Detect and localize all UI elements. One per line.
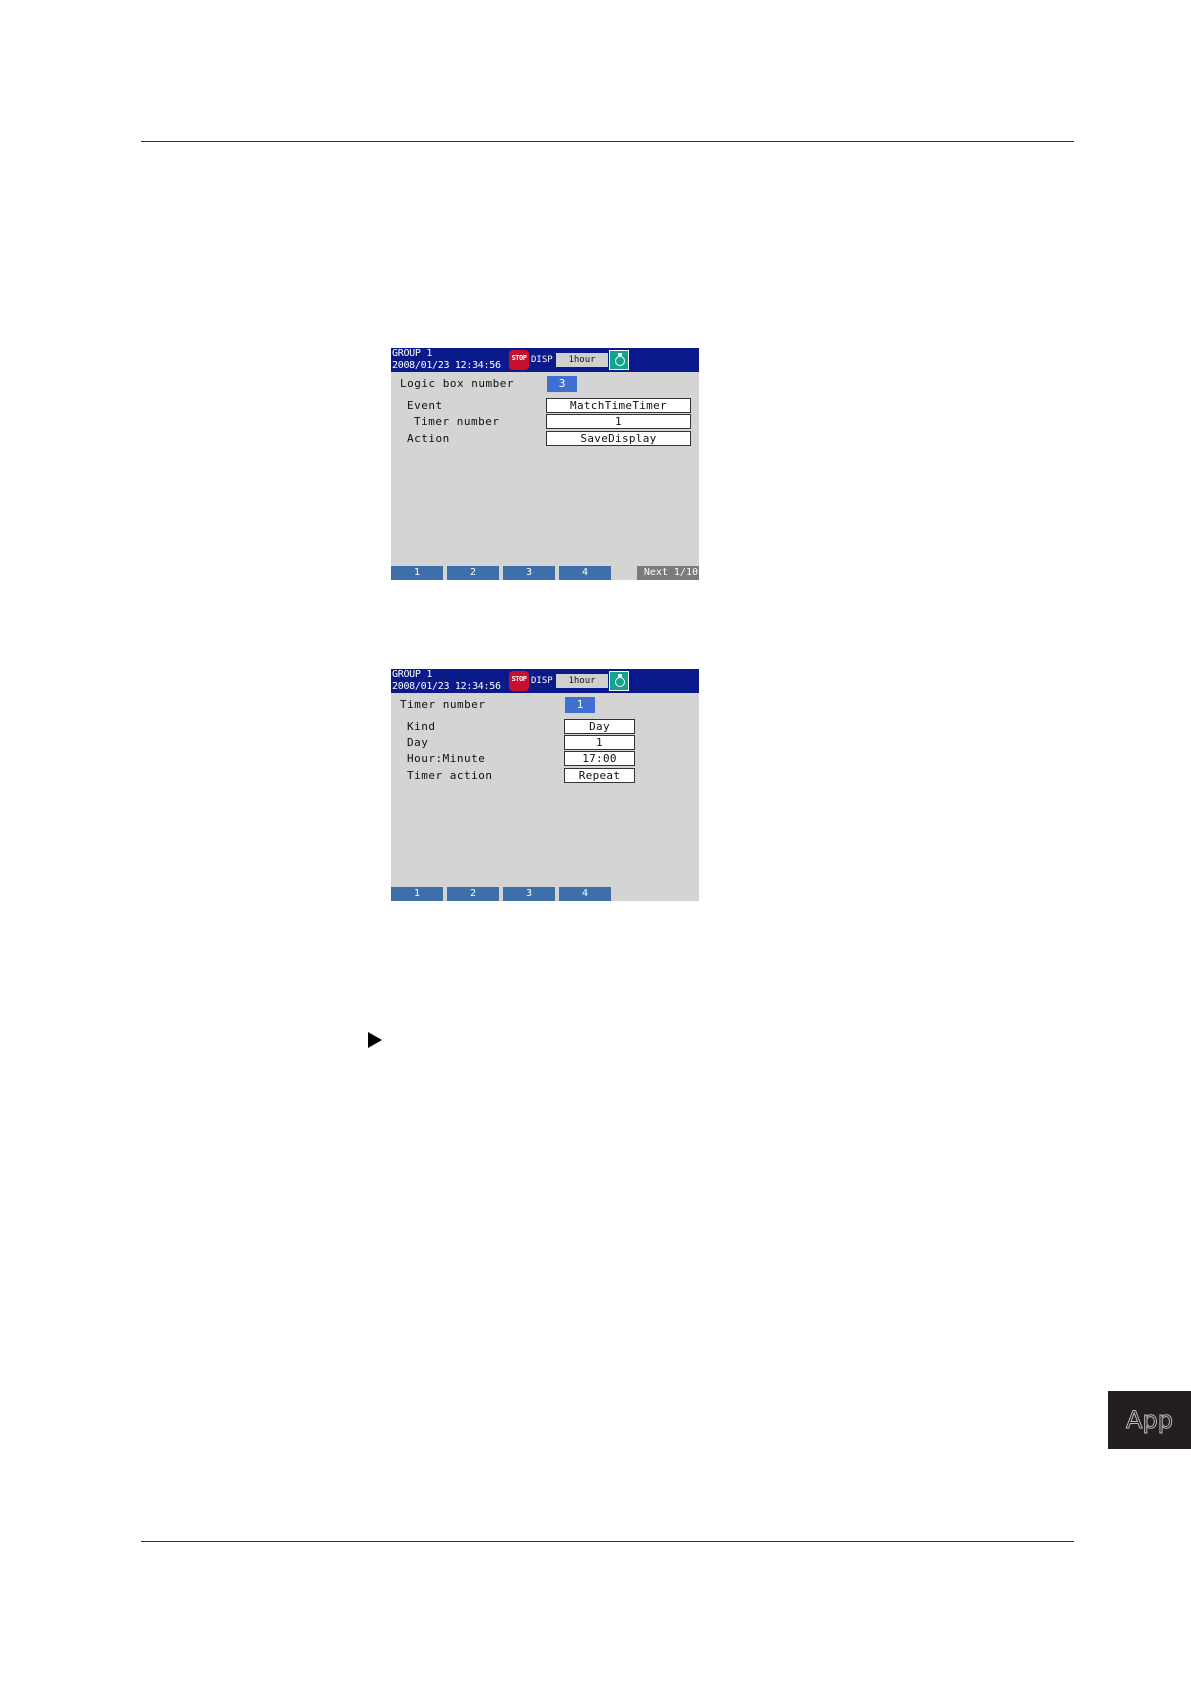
- kind-label: Kind: [407, 720, 436, 733]
- softkey-2[interactable]: 2: [447, 566, 501, 580]
- time-div-badge: 1hour: [556, 353, 608, 367]
- screen-logic-box-settings: GROUP 1 2008/01/23 12:34:56 STOP DISP 1h…: [391, 348, 699, 580]
- status-bar: GROUP 1 2008/01/23 12:34:56 STOP DISP 1h…: [391, 348, 699, 372]
- day-field[interactable]: 1: [564, 735, 635, 750]
- action-field[interactable]: SaveDisplay: [546, 431, 691, 446]
- hour-minute-field[interactable]: 17:00: [564, 751, 635, 766]
- time-div-badge: 1hour: [556, 674, 608, 688]
- camera-icon[interactable]: [609, 350, 629, 370]
- footer-rule: [141, 1541, 1074, 1542]
- timer-number-label: Timer number: [400, 698, 486, 711]
- camera-icon[interactable]: [609, 671, 629, 691]
- softkey-4[interactable]: 4: [559, 566, 613, 580]
- timer-number-field[interactable]: 1: [565, 697, 595, 713]
- logic-box-number-field[interactable]: 3: [547, 376, 577, 392]
- logic-box-label: Logic box number: [400, 377, 514, 390]
- group-name: GROUP 1: [392, 348, 433, 359]
- kind-field[interactable]: Day: [564, 719, 635, 734]
- timer-action-field[interactable]: Repeat: [564, 768, 635, 783]
- display-mode: DISP: [531, 355, 553, 365]
- next-page-button[interactable]: Next 1/10: [637, 566, 699, 580]
- display-mode: DISP: [531, 676, 553, 686]
- stop-icon: STOP: [509, 350, 529, 370]
- timer-number-label: Timer number: [414, 415, 500, 428]
- header-rule: [141, 141, 1074, 142]
- softkey-3[interactable]: 3: [503, 887, 557, 901]
- softkey-bar: 1 2 3 4: [391, 887, 699, 901]
- datetime: 2008/01/23 12:34:56: [392, 360, 501, 371]
- action-label: Action: [407, 432, 450, 445]
- status-bar: GROUP 1 2008/01/23 12:34:56 STOP DISP 1h…: [391, 669, 699, 693]
- softkey-1[interactable]: 1: [391, 887, 445, 901]
- stop-icon: STOP: [509, 671, 529, 691]
- softkey-1[interactable]: 1: [391, 566, 445, 580]
- hour-minute-label: Hour:Minute: [407, 752, 486, 765]
- group-name: GROUP 1: [392, 669, 433, 680]
- softkey-3[interactable]: 3: [503, 566, 557, 580]
- timer-action-label: Timer action: [407, 769, 493, 782]
- event-label: Event: [407, 399, 443, 412]
- day-label: Day: [407, 736, 429, 749]
- softkey-2[interactable]: 2: [447, 887, 501, 901]
- event-field[interactable]: MatchTimeTimer: [546, 398, 691, 413]
- play-arrow-icon: [368, 1032, 382, 1048]
- datetime: 2008/01/23 12:34:56: [392, 681, 501, 692]
- screen-timer-settings: GROUP 1 2008/01/23 12:34:56 STOP DISP 1h…: [391, 669, 699, 901]
- softkey-4[interactable]: 4: [559, 887, 613, 901]
- appendix-tab: App: [1108, 1391, 1191, 1449]
- softkey-bar: 1 2 3 4 Next 1/10: [391, 566, 699, 580]
- timer-number-field[interactable]: 1: [546, 414, 691, 429]
